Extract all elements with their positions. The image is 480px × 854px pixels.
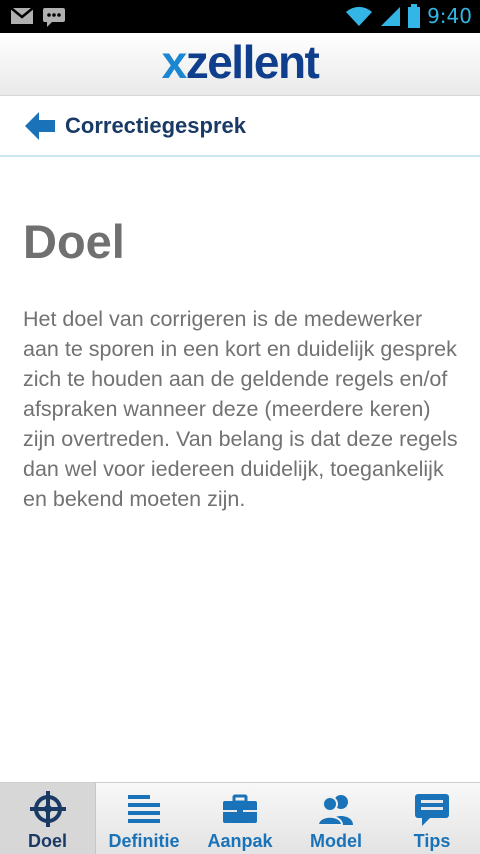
tab-label: Tips (413, 831, 451, 851)
page-title: Correctiegesprek (65, 113, 246, 138)
gmail-icon (10, 7, 34, 24)
section-paragraph: Het doel van corrigeren is de medewerker… (23, 307, 458, 511)
tab-definitie[interactable]: Definitie (96, 783, 192, 854)
tab-aanpak[interactable]: Aanpak (192, 783, 288, 854)
tab-tips[interactable]: Tips (384, 783, 480, 854)
target-icon (29, 791, 66, 827)
app-header: xzellent (0, 33, 480, 96)
nav-bar: Correctiegesprek (0, 97, 480, 157)
tab-label: Definitie (108, 831, 180, 851)
tab-doel[interactable]: Doel (0, 783, 96, 854)
speech-bubble-icon (415, 794, 449, 826)
people-icon (318, 795, 353, 826)
signal-icon (381, 7, 401, 26)
wifi-icon (346, 6, 373, 27)
bottom-tab-bar: Doel Definitie Aanpak Model Tips (0, 782, 480, 854)
xzellent-logo: xzellent (161, 35, 320, 89)
message-icon (43, 8, 65, 27)
briefcase-icon (223, 794, 257, 823)
tab-label: Aanpak (207, 831, 273, 851)
battery-icon (408, 4, 421, 28)
back-arrow-icon (25, 112, 55, 140)
tab-model[interactable]: Model (288, 783, 384, 854)
section-heading: Doel (23, 215, 125, 268)
tab-label: Model (310, 831, 362, 851)
list-icon (128, 795, 160, 823)
logo-x: x (161, 36, 188, 88)
logo-text: zellent (185, 36, 320, 88)
status-time: 9:40 (427, 4, 472, 28)
content-area: Doel Het doel van corrigeren is de medew… (23, 214, 463, 514)
status-bar: 9:40 (0, 0, 480, 33)
tab-label: Doel (27, 831, 67, 851)
back-button[interactable]: Correctiegesprek (0, 97, 246, 155)
